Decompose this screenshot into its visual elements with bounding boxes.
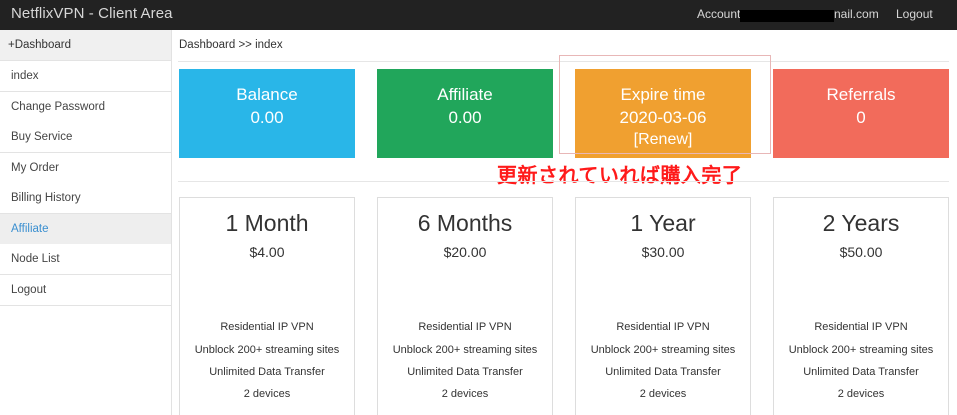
plan-feature: Unlimited Data Transfer xyxy=(605,366,721,378)
plan-feature: 2 devices xyxy=(837,388,885,400)
plan-name: 1 Month xyxy=(225,210,309,236)
sidebar-header-dashboard[interactable]: +Dashboard xyxy=(0,30,171,61)
stat-value: 0.00 xyxy=(250,108,284,127)
account-email-suffix[interactable]: nail.com xyxy=(834,7,879,21)
stat-value: 0 xyxy=(856,108,866,127)
plan-name: 1 Year xyxy=(630,210,696,236)
plan-feature: Unblock 200+ streaming sites xyxy=(590,344,736,356)
breadcrumb: Dashboard >> index xyxy=(179,39,283,51)
plan-price: $30.00 xyxy=(641,244,685,260)
divider xyxy=(178,181,949,182)
account-label[interactable]: Account xyxy=(697,7,740,21)
plan-feature: Unblock 200+ streaming sites xyxy=(194,344,340,356)
sidebar-item-change-password[interactable]: Change Password xyxy=(0,92,171,123)
stat-title: Balance xyxy=(236,85,298,104)
plan-card-1-month[interactable]: 1 Month $4.00 Residential IP VPN Unblock… xyxy=(179,197,355,415)
redacted-email xyxy=(740,10,834,22)
plan-card-2-years[interactable]: 2 Years $50.00 Residential IP VPN Unbloc… xyxy=(773,197,949,415)
plan-price: $20.00 xyxy=(443,244,487,260)
plan-feature: Unlimited Data Transfer xyxy=(407,366,523,378)
stat-value: 0.00 xyxy=(448,108,482,127)
plan-feature: Unblock 200+ streaming sites xyxy=(788,344,934,356)
sidebar-item-affiliate[interactable]: Affiliate xyxy=(0,214,171,245)
plan-feature: Unblock 200+ streaming sites xyxy=(392,344,538,356)
plan-feature: 2 devices xyxy=(639,388,687,400)
plan-name: 2 Years xyxy=(822,210,900,236)
plan-feature: Residential IP VPN xyxy=(616,321,710,333)
plan-feature: Residential IP VPN xyxy=(814,321,908,333)
brand-title[interactable]: NetflixVPN - Client Area xyxy=(11,5,173,22)
sidebar-item-my-order[interactable]: My Order xyxy=(0,153,171,184)
plan-name: 6 Months xyxy=(417,210,513,236)
top-navbar: NetflixVPN - Client Area Account nail.co… xyxy=(0,0,957,30)
stat-title: Affiliate xyxy=(437,85,493,104)
sidebar-item-index[interactable]: index xyxy=(0,61,171,92)
stat-title: Referrals xyxy=(826,85,896,104)
sidebar-item-billing-history[interactable]: Billing History xyxy=(0,183,171,214)
plan-feature: 2 devices xyxy=(243,388,291,400)
plan-price: $4.00 xyxy=(249,244,285,260)
referrals-stat-box: Referrals 0 xyxy=(773,69,949,158)
plan-feature: Unlimited Data Transfer xyxy=(209,366,325,378)
highlight-box xyxy=(559,55,771,154)
logout-link[interactable]: Logout xyxy=(896,7,933,21)
plan-card-1-year[interactable]: 1 Year $30.00 Residential IP VPN Unblock… xyxy=(575,197,751,415)
sidebar: +Dashboard index Change Password Buy Ser… xyxy=(0,30,172,415)
plan-feature: Unlimited Data Transfer xyxy=(803,366,919,378)
plan-feature: Residential IP VPN xyxy=(418,321,512,333)
plan-card-6-months[interactable]: 6 Months $20.00 Residential IP VPN Unblo… xyxy=(377,197,553,415)
sidebar-item-node-list[interactable]: Node List xyxy=(0,244,171,275)
plan-feature: Residential IP VPN xyxy=(220,321,314,333)
balance-stat-box: Balance 0.00 xyxy=(179,69,355,158)
affiliate-stat-box: Affiliate 0.00 xyxy=(377,69,553,158)
annotation-text: 更新されていれば購入完了 xyxy=(497,163,743,187)
sidebar-item-logout[interactable]: Logout xyxy=(0,275,171,306)
plan-price: $50.00 xyxy=(839,244,883,260)
sidebar-item-buy-service[interactable]: Buy Service xyxy=(0,122,171,153)
plan-feature: 2 devices xyxy=(441,388,489,400)
